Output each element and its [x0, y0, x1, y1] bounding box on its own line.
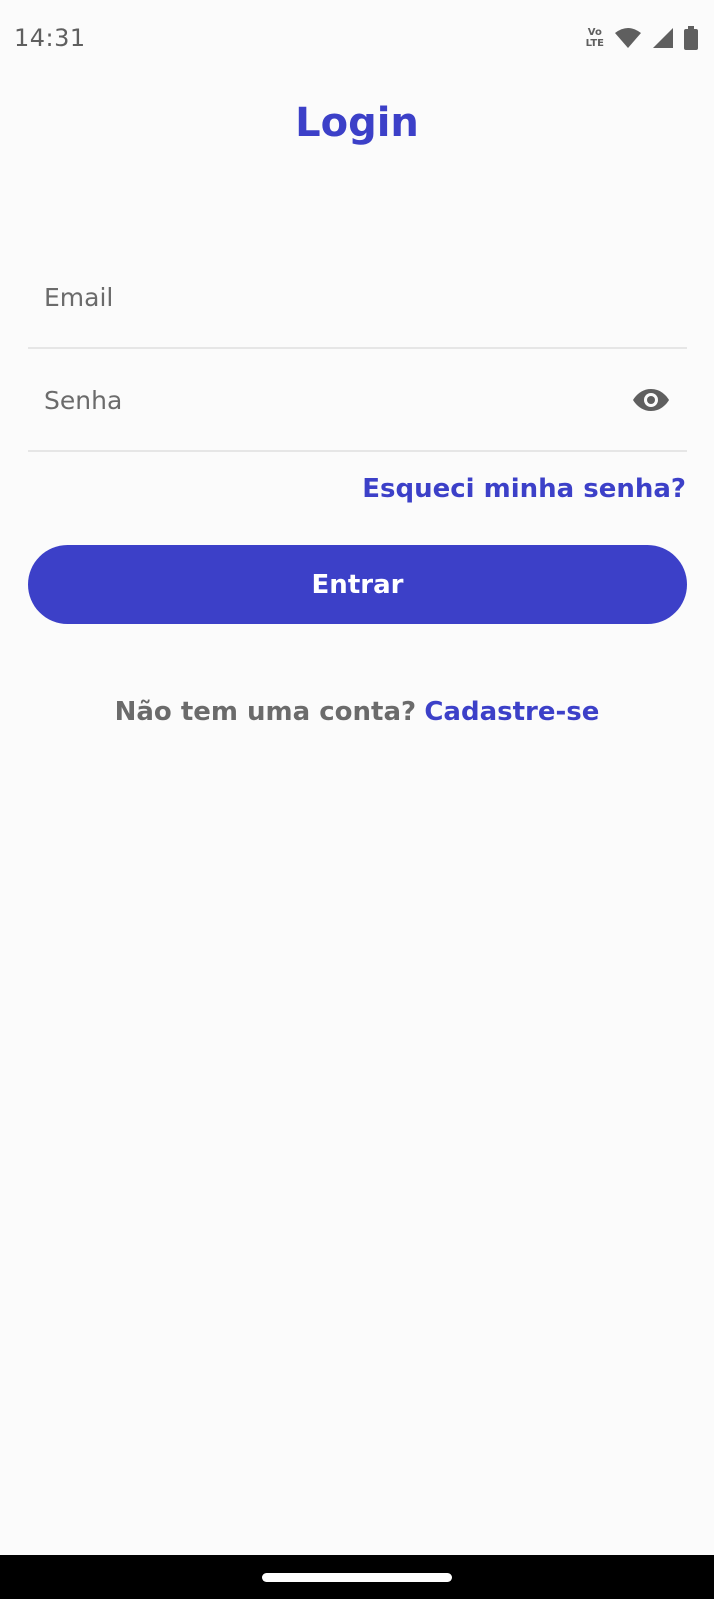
status-bar: 14:31 Vo LTE — [0, 0, 714, 80]
password-field[interactable] — [44, 368, 604, 432]
signup-prompt-line: Não tem uma conta? Cadastre-se — [0, 697, 714, 727]
signal-icon — [652, 27, 674, 49]
status-icons: Vo LTE — [586, 26, 698, 50]
password-field-container — [28, 348, 687, 452]
page-title: Login — [295, 100, 419, 146]
wifi-icon — [614, 27, 642, 49]
eye-icon[interactable] — [631, 380, 671, 420]
volte-icon: Vo LTE — [586, 27, 604, 49]
signup-link[interactable]: Cadastre-se — [424, 697, 599, 727]
volte-top-label: Vo — [587, 27, 602, 38]
home-indicator[interactable] — [262, 1573, 452, 1582]
status-time: 14:31 — [14, 24, 86, 52]
email-field-container — [28, 245, 687, 349]
navigation-bar — [0, 1555, 714, 1599]
email-field[interactable] — [44, 265, 604, 329]
forgot-password-link[interactable]: Esqueci minha senha? — [362, 474, 686, 504]
login-screen: 14:31 Vo LTE Login Email Esqueci minha s… — [0, 0, 714, 1599]
battery-icon — [684, 26, 698, 50]
login-button[interactable]: Entrar — [28, 545, 687, 624]
volte-bottom-label: LTE — [585, 38, 604, 49]
signup-prompt: Não tem uma conta? — [114, 697, 417, 727]
